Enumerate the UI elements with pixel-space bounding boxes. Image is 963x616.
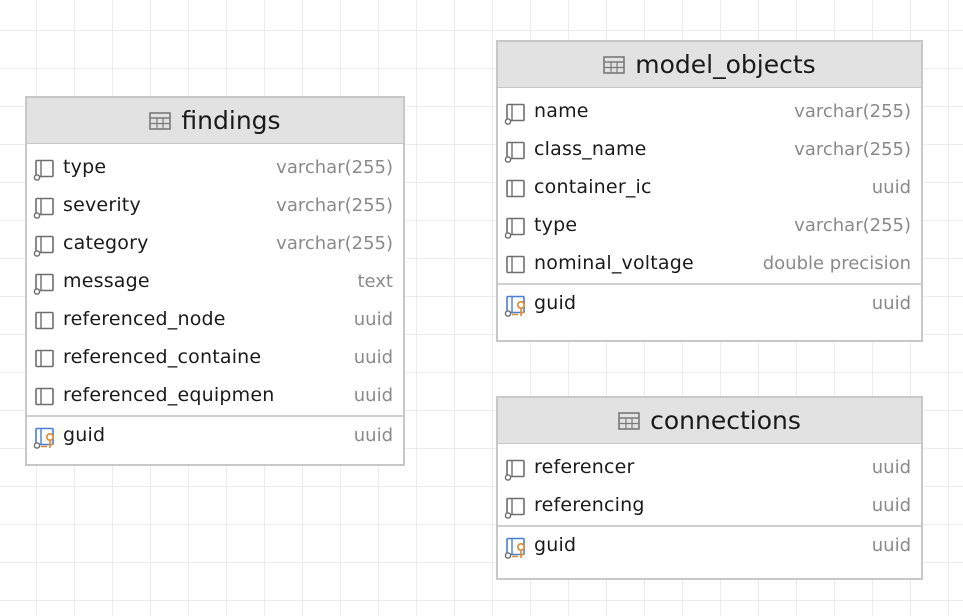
primary-key-icon xyxy=(504,295,526,317)
key-row[interactable]: guid uuid xyxy=(27,417,403,455)
column-name: severity xyxy=(63,194,141,216)
column-icon xyxy=(33,197,55,219)
table-title: findings xyxy=(181,106,281,135)
primary-key-icon xyxy=(33,427,55,449)
column-type: uuid xyxy=(871,535,911,556)
column-name: nominal_voltage xyxy=(534,252,694,274)
key-row[interactable]: guid uuid xyxy=(498,527,921,565)
column-name: name xyxy=(534,100,589,122)
column-type: uuid xyxy=(871,177,911,198)
column-icon xyxy=(504,179,526,201)
column-row[interactable]: referenced_containe uuid xyxy=(27,339,403,377)
column-type: uuid xyxy=(353,385,393,406)
column-row[interactable]: severity varchar(255) xyxy=(27,187,403,225)
table-icon xyxy=(618,412,640,430)
column-icon xyxy=(33,235,55,257)
table-icon xyxy=(603,56,625,74)
column-icon xyxy=(33,387,55,409)
column-row[interactable]: referenced_equipmen uuid xyxy=(27,377,403,415)
column-type: varchar(255) xyxy=(276,233,393,254)
column-row[interactable]: referencing uuid xyxy=(498,487,921,525)
column-icon xyxy=(33,349,55,371)
column-type: uuid xyxy=(353,347,393,368)
column-name: category xyxy=(63,232,149,254)
table-header[interactable]: model_objects xyxy=(498,42,921,88)
column-name: referenced_node xyxy=(63,308,226,330)
primary-key-icon xyxy=(504,537,526,559)
column-name: referenced_equipmen xyxy=(63,384,275,406)
table-title: model_objects xyxy=(635,50,816,79)
column-icon xyxy=(504,255,526,277)
column-type: varchar(255) xyxy=(794,101,911,122)
column-name: type xyxy=(63,156,107,178)
column-type: uuid xyxy=(871,293,911,314)
column-row[interactable]: referencer uuid xyxy=(498,449,921,487)
column-icon xyxy=(33,159,55,181)
column-name: guid xyxy=(63,424,106,446)
column-type: varchar(255) xyxy=(276,157,393,178)
column-row[interactable]: class_name varchar(255) xyxy=(498,131,921,169)
column-type: varchar(255) xyxy=(276,195,393,216)
table-model-objects[interactable]: model_objects name varchar(255) class_na… xyxy=(496,40,923,342)
table-header[interactable]: findings xyxy=(27,98,403,144)
column-name: class_name xyxy=(534,138,647,160)
column-icon xyxy=(33,311,55,333)
column-icon xyxy=(504,217,526,239)
column-row[interactable]: message text xyxy=(27,263,403,301)
column-type: uuid xyxy=(871,495,911,516)
column-row[interactable]: container_ic uuid xyxy=(498,169,921,207)
column-name: container_ic xyxy=(534,176,652,198)
column-name: message xyxy=(63,270,150,292)
column-type: uuid xyxy=(353,309,393,330)
column-name: guid xyxy=(534,534,577,556)
column-row[interactable]: category varchar(255) xyxy=(27,225,403,263)
column-icon xyxy=(504,103,526,125)
column-type: varchar(255) xyxy=(794,139,911,160)
column-type: text xyxy=(357,271,393,292)
column-icon xyxy=(504,459,526,481)
column-name: guid xyxy=(534,292,577,314)
table-icon xyxy=(149,112,171,130)
table-title: connections xyxy=(650,406,801,435)
column-type: varchar(255) xyxy=(794,215,911,236)
table-connections[interactable]: connections referencer uuid referencing … xyxy=(496,396,923,580)
column-row[interactable]: type varchar(255) xyxy=(498,207,921,245)
column-type: uuid xyxy=(871,457,911,478)
table-findings[interactable]: findings type varchar(255) severity varc… xyxy=(25,96,405,466)
column-row[interactable]: referenced_node uuid xyxy=(27,301,403,339)
column-name: referencer xyxy=(534,456,635,478)
column-name: referenced_containe xyxy=(63,346,262,368)
key-row[interactable]: guid uuid xyxy=(498,285,921,323)
column-name: referencing xyxy=(534,494,645,516)
column-type: double precision xyxy=(762,253,911,274)
column-row[interactable]: name varchar(255) xyxy=(498,93,921,131)
column-row[interactable]: nominal_voltage double precision xyxy=(498,245,921,283)
column-type: uuid xyxy=(353,425,393,446)
column-icon xyxy=(504,141,526,163)
column-name: type xyxy=(534,214,578,236)
table-header[interactable]: connections xyxy=(498,398,921,444)
column-icon xyxy=(33,273,55,295)
column-icon xyxy=(504,497,526,519)
column-row[interactable]: type varchar(255) xyxy=(27,149,403,187)
